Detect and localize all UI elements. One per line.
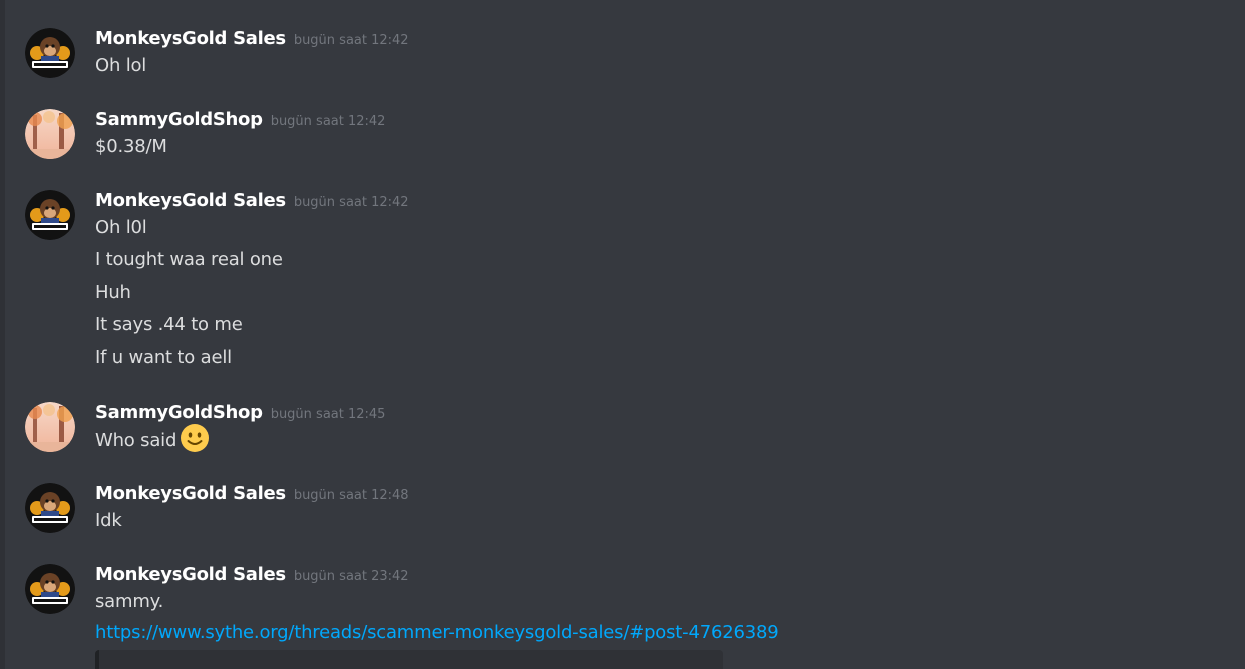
autumn-forest-avatar-icon <box>25 402 75 452</box>
link-embed-preview[interactable] <box>95 650 723 669</box>
message-header: MonkeysGold Sales bugün saat 23:42 <box>95 564 409 588</box>
message-text: Oh lol <box>95 55 147 76</box>
username[interactable]: MonkeysGold Sales <box>95 564 286 585</box>
message-text: It says .44 to me <box>95 314 243 335</box>
message-text: Idk <box>95 510 122 531</box>
message-link-line: https://www.sythe.org/threads/scammer-mo… <box>95 622 779 643</box>
monkeysgold-avatar[interactable] <box>25 28 75 78</box>
slightly-smiling-face-emoji-icon[interactable] <box>180 423 210 453</box>
monkeysgold-logo-avatar-icon <box>25 190 75 240</box>
thread-link[interactable]: https://www.sythe.org/threads/scammer-mo… <box>95 622 779 643</box>
sammygoldshop-avatar[interactable] <box>25 402 75 452</box>
username[interactable]: MonkeysGold Sales <box>95 28 286 49</box>
monkeysgold-avatar[interactable] <box>25 564 75 614</box>
message-header: MonkeysGold Sales bugün saat 12:42 <box>95 28 409 52</box>
username[interactable]: MonkeysGold Sales <box>95 190 286 211</box>
timestamp[interactable]: bugün saat 12:48 <box>294 488 409 503</box>
message-text-content: Who said <box>95 430 177 451</box>
message-header: MonkeysGold Sales bugün saat 12:48 <box>95 483 409 507</box>
timestamp[interactable]: bugün saat 12:42 <box>294 33 409 48</box>
message-header: SammyGoldShop bugün saat 12:42 <box>95 109 385 133</box>
monkeysgold-logo-avatar-icon <box>25 483 75 533</box>
monkeysgold-avatar[interactable] <box>25 190 75 240</box>
message-text: If u want to aell <box>95 347 232 368</box>
message-text: sammy. <box>95 591 164 612</box>
sammygoldshop-avatar[interactable] <box>25 109 75 159</box>
timestamp[interactable]: bugün saat 12:45 <box>271 407 386 422</box>
message-text: Oh l0l <box>95 217 147 238</box>
message-text: Who said <box>95 424 210 453</box>
username[interactable]: SammyGoldShop <box>95 109 263 130</box>
message-text: Huh <box>95 282 131 303</box>
message-header: SammyGoldShop bugün saat 12:45 <box>95 402 385 426</box>
monkeysgold-avatar[interactable] <box>25 483 75 533</box>
timestamp[interactable]: bugün saat 12:42 <box>271 114 386 129</box>
message-text: $0.38/M <box>95 136 167 157</box>
autumn-forest-avatar-icon <box>25 109 75 159</box>
monkeysgold-logo-avatar-icon <box>25 28 75 78</box>
timestamp[interactable]: bugün saat 23:42 <box>294 569 409 584</box>
message-list[interactable]: MonkeysGold Sales bugün saat 12:42 Oh lol <box>5 0 1245 669</box>
timestamp[interactable]: bugün saat 12:42 <box>294 195 409 210</box>
message-header: MonkeysGold Sales bugün saat 12:42 <box>95 190 409 214</box>
username[interactable]: SammyGoldShop <box>95 402 263 423</box>
username[interactable]: MonkeysGold Sales <box>95 483 286 504</box>
message-text: I tought waa real one <box>95 249 283 270</box>
monkeysgold-logo-avatar-icon <box>25 564 75 614</box>
